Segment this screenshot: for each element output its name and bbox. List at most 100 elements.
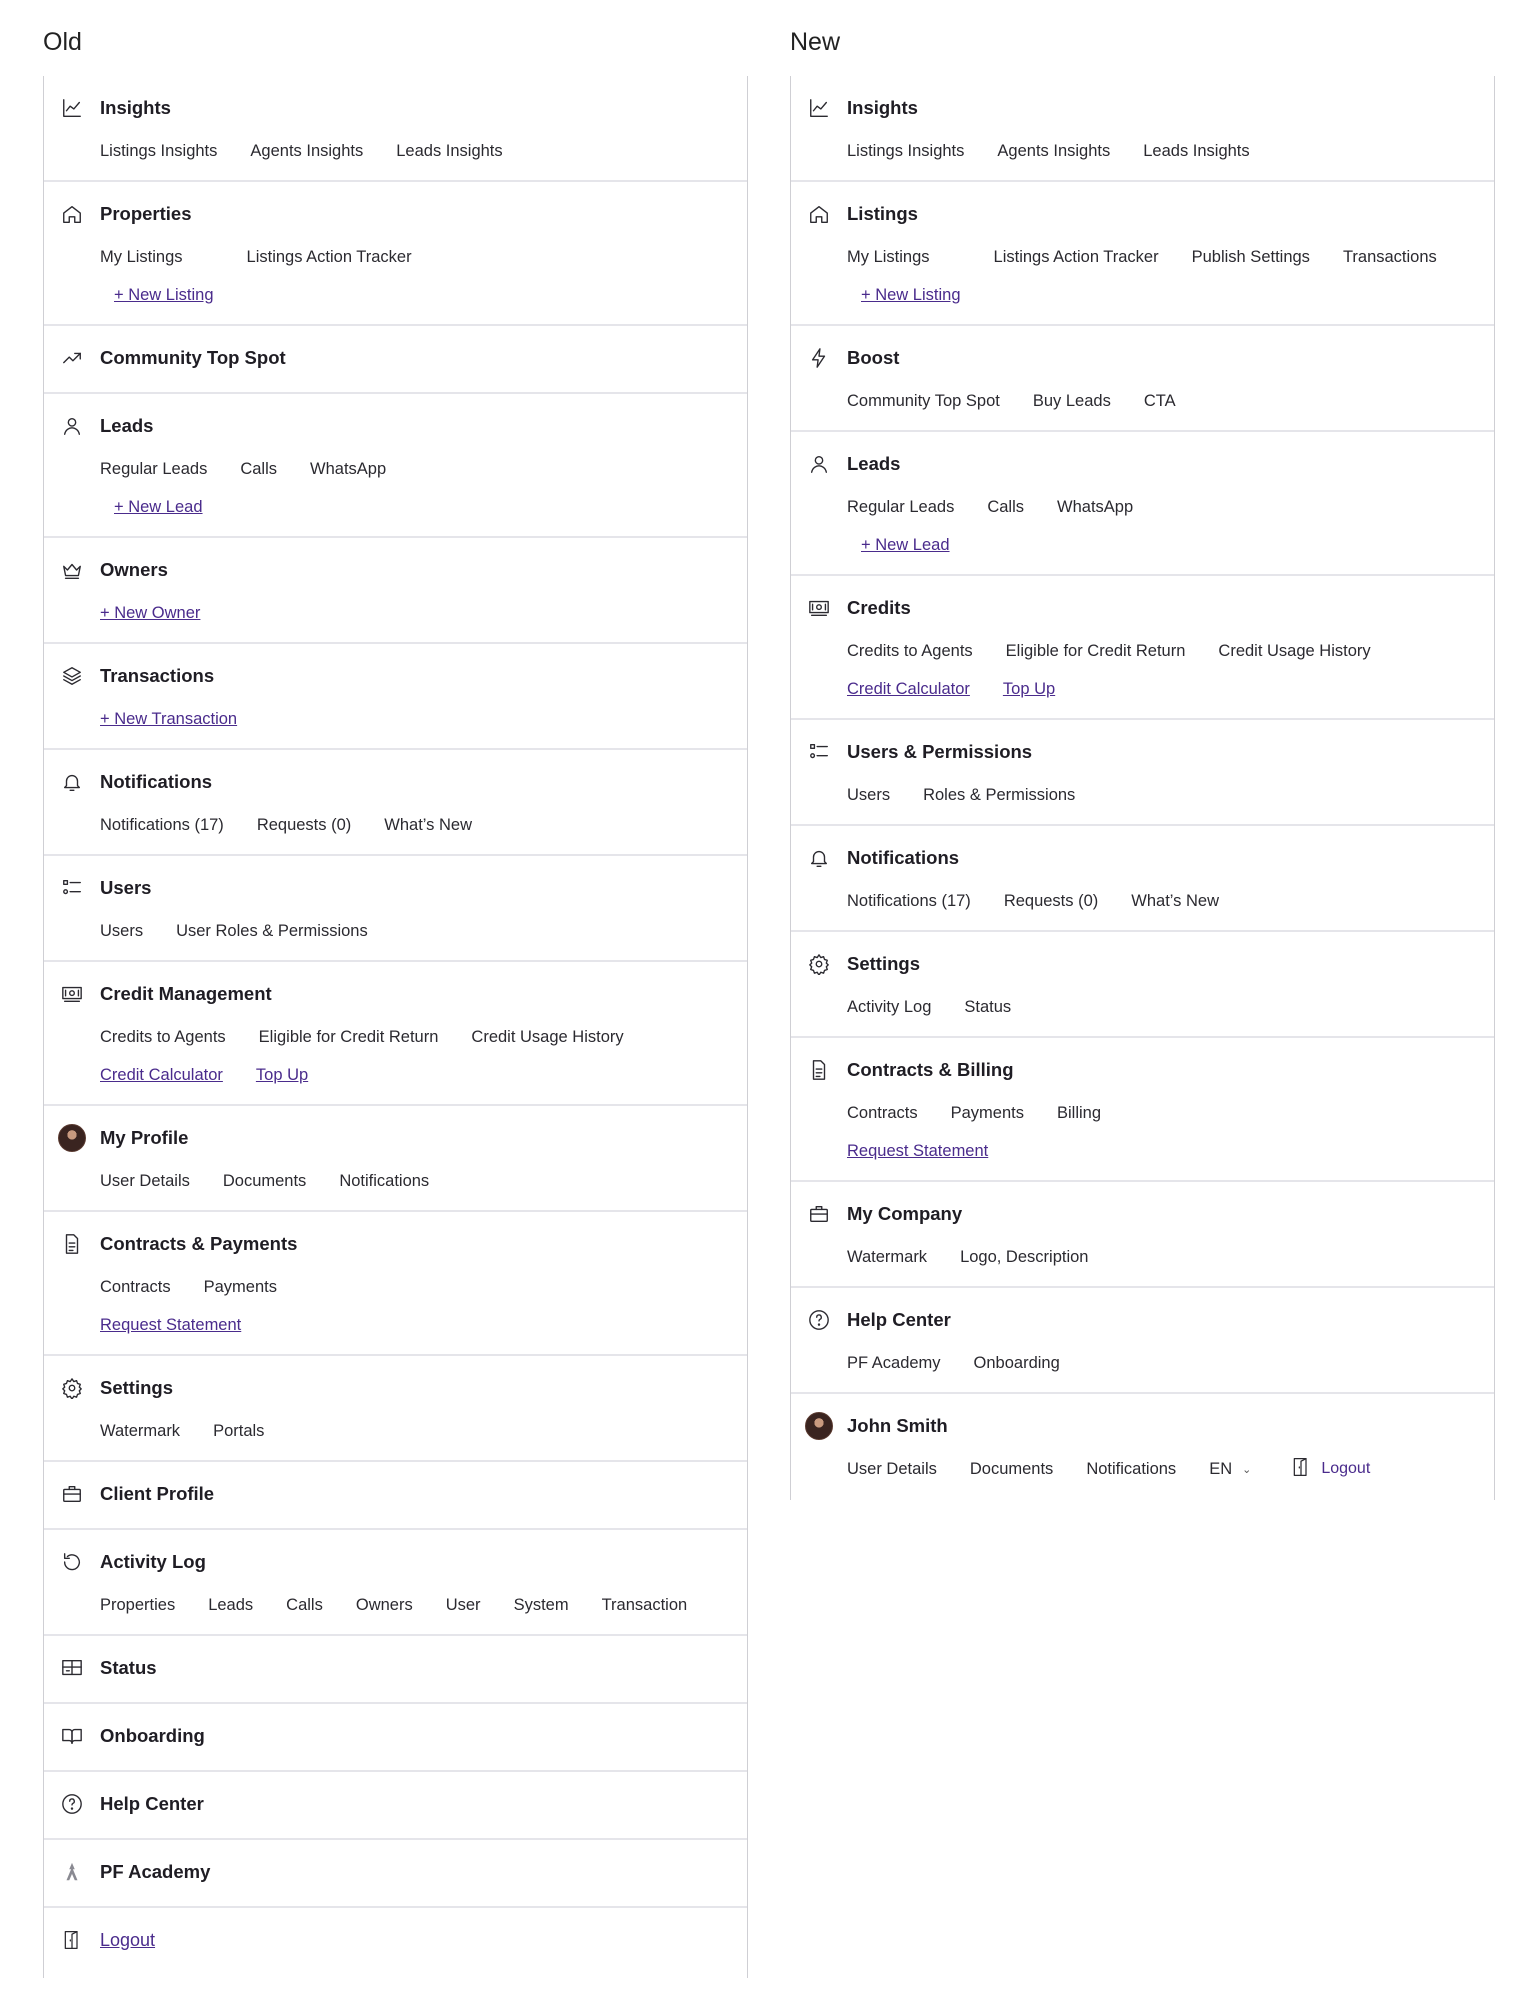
submenu-link[interactable]: Credits to Agents <box>100 1028 226 1047</box>
submenu-link[interactable]: Activity Log <box>847 998 931 1017</box>
menu-section-header-contracts-payments[interactable]: Contracts & Payments <box>44 1212 747 1268</box>
action-link[interactable]: + New Transaction <box>100 710 237 729</box>
menu-section-header-properties[interactable]: Properties <box>44 182 747 238</box>
submenu-link[interactable]: Logo, Description <box>960 1248 1088 1267</box>
action-link[interactable]: + New Owner <box>100 604 200 623</box>
submenu-link[interactable]: Notifications <box>1086 1460 1176 1479</box>
submenu-link[interactable]: Publish Settings <box>1192 248 1310 267</box>
submenu-link[interactable]: Credit Usage History <box>471 1028 623 1047</box>
menu-section-header-status[interactable]: Status <box>44 1636 747 1692</box>
menu-section-header-help-center[interactable]: Help Center <box>791 1288 1494 1344</box>
submenu-link[interactable]: User Details <box>100 1172 190 1191</box>
submenu-link[interactable]: My Listings <box>100 248 183 267</box>
submenu-link[interactable]: Contracts <box>847 1104 918 1123</box>
action-link[interactable]: Request Statement <box>847 1142 988 1161</box>
submenu-link[interactable]: Eligible for Credit Return <box>259 1028 439 1047</box>
menu-section-header-transactions[interactable]: Transactions <box>44 644 747 700</box>
menu-section-header-client-profile[interactable]: Client Profile <box>44 1462 747 1518</box>
submenu-link[interactable]: Watermark <box>100 1422 180 1441</box>
menu-section-header-boost[interactable]: Boost <box>791 326 1494 382</box>
submenu-link[interactable]: Notifications <box>339 1172 429 1191</box>
submenu-link[interactable]: Transactions <box>1343 248 1437 267</box>
submenu-link[interactable]: What’s New <box>1131 892 1219 911</box>
action-link[interactable]: + New Lead <box>114 498 203 517</box>
submenu-link[interactable]: Documents <box>223 1172 306 1191</box>
menu-section-header-settings[interactable]: Settings <box>44 1356 747 1412</box>
action-link[interactable]: Credit Calculator <box>847 680 970 699</box>
menu-section-header-credit-management[interactable]: Credit Management <box>44 962 747 1018</box>
submenu-link[interactable]: Transaction <box>602 1596 688 1615</box>
submenu-link[interactable]: My Listings <box>847 248 930 267</box>
submenu-link[interactable]: Contracts <box>100 1278 171 1297</box>
submenu-link[interactable]: PF Academy <box>847 1354 941 1373</box>
logout-button[interactable]: Logout <box>1291 1456 1370 1483</box>
menu-section-header-settings[interactable]: Settings <box>791 932 1494 988</box>
submenu-link[interactable]: Onboarding <box>974 1354 1060 1373</box>
menu-section-header-insights[interactable]: Insights <box>44 76 747 132</box>
menu-section-header-leads[interactable]: Leads <box>791 432 1494 488</box>
menu-section-header-pf-academy[interactable]: PF Academy <box>44 1840 747 1896</box>
action-link[interactable]: + New Lead <box>861 536 950 555</box>
menu-section-header-credits[interactable]: Credits <box>791 576 1494 632</box>
menu-section-header-listings[interactable]: Listings <box>791 182 1494 238</box>
submenu-link[interactable]: Users <box>847 786 890 805</box>
submenu-link[interactable]: Notifications (17) <box>100 816 224 835</box>
submenu-link[interactable]: Portals <box>213 1422 264 1441</box>
submenu-link[interactable]: User <box>446 1596 481 1615</box>
submenu-link[interactable]: Credits to Agents <box>847 642 973 661</box>
menu-section-header-leads[interactable]: Leads <box>44 394 747 450</box>
menu-section-header-my-company[interactable]: My Company <box>791 1182 1494 1238</box>
submenu-link[interactable]: Billing <box>1057 1104 1101 1123</box>
submenu-link[interactable]: Credit Usage History <box>1218 642 1370 661</box>
submenu-link[interactable]: Calls <box>286 1596 323 1615</box>
submenu-link[interactable]: Requests (0) <box>257 816 351 835</box>
submenu-link[interactable]: Eligible for Credit Return <box>1006 642 1186 661</box>
menu-section-header-community-top-spot[interactable]: Community Top Spot <box>44 326 747 382</box>
submenu-link[interactable]: Community Top Spot <box>847 392 1000 411</box>
menu-section-header-owners[interactable]: Owners <box>44 538 747 594</box>
submenu-link[interactable]: Listings Action Tracker <box>994 248 1159 267</box>
submenu-link[interactable]: Payments <box>951 1104 1024 1123</box>
action-link[interactable]: Top Up <box>256 1066 308 1085</box>
submenu-link[interactable]: Notifications (17) <box>847 892 971 911</box>
submenu-link[interactable]: Payments <box>204 1278 277 1297</box>
menu-section-header-help-center[interactable]: Help Center <box>44 1772 747 1828</box>
submenu-link[interactable]: Leads Insights <box>1143 142 1249 161</box>
submenu-link[interactable]: Listings Insights <box>100 142 217 161</box>
logout-row[interactable]: Logout <box>44 1908 747 1964</box>
logout-link[interactable]: Logout <box>1321 1460 1370 1478</box>
submenu-link[interactable]: Leads Insights <box>396 142 502 161</box>
submenu-link[interactable]: Owners <box>356 1596 413 1615</box>
action-link[interactable]: Request Statement <box>100 1316 241 1335</box>
submenu-link[interactable]: WhatsApp <box>1057 498 1133 517</box>
submenu-link[interactable]: Agents Insights <box>997 142 1110 161</box>
menu-section-header-activity-log[interactable]: Activity Log <box>44 1530 747 1586</box>
submenu-link[interactable]: Calls <box>240 460 277 479</box>
action-link[interactable]: Top Up <box>1003 680 1055 699</box>
submenu-link[interactable]: Watermark <box>847 1248 927 1267</box>
submenu-link[interactable]: Listings Insights <box>847 142 964 161</box>
menu-section-header-users-permissions[interactable]: Users & Permissions <box>791 720 1494 776</box>
menu-section-header-my-profile[interactable]: My Profile <box>44 1106 747 1162</box>
language-selector[interactable]: EN ⌄ <box>1209 1460 1251 1479</box>
menu-section-header-notifications[interactable]: Notifications <box>44 750 747 806</box>
menu-section-header-contracts-billing[interactable]: Contracts & Billing <box>791 1038 1494 1094</box>
submenu-link[interactable]: Status <box>964 998 1011 1017</box>
logout-link[interactable]: Logout <box>100 1930 155 1951</box>
submenu-link[interactable]: User Details <box>847 1460 937 1479</box>
submenu-link[interactable]: CTA <box>1144 392 1176 411</box>
submenu-link[interactable]: WhatsApp <box>310 460 386 479</box>
submenu-link[interactable]: Buy Leads <box>1033 392 1111 411</box>
submenu-link[interactable]: Regular Leads <box>100 460 207 479</box>
action-link[interactable]: + New Listing <box>114 286 214 305</box>
submenu-link[interactable]: Calls <box>987 498 1024 517</box>
submenu-link[interactable]: Agents Insights <box>250 142 363 161</box>
menu-section-header-onboarding[interactable]: Onboarding <box>44 1704 747 1760</box>
menu-section-header-john-smith[interactable]: John Smith <box>791 1394 1494 1450</box>
submenu-link[interactable]: Regular Leads <box>847 498 954 517</box>
submenu-link[interactable]: Leads <box>208 1596 253 1615</box>
submenu-link[interactable]: Users <box>100 922 143 941</box>
submenu-link[interactable]: What’s New <box>384 816 472 835</box>
action-link[interactable]: Credit Calculator <box>100 1066 223 1085</box>
submenu-link[interactable]: Documents <box>970 1460 1053 1479</box>
